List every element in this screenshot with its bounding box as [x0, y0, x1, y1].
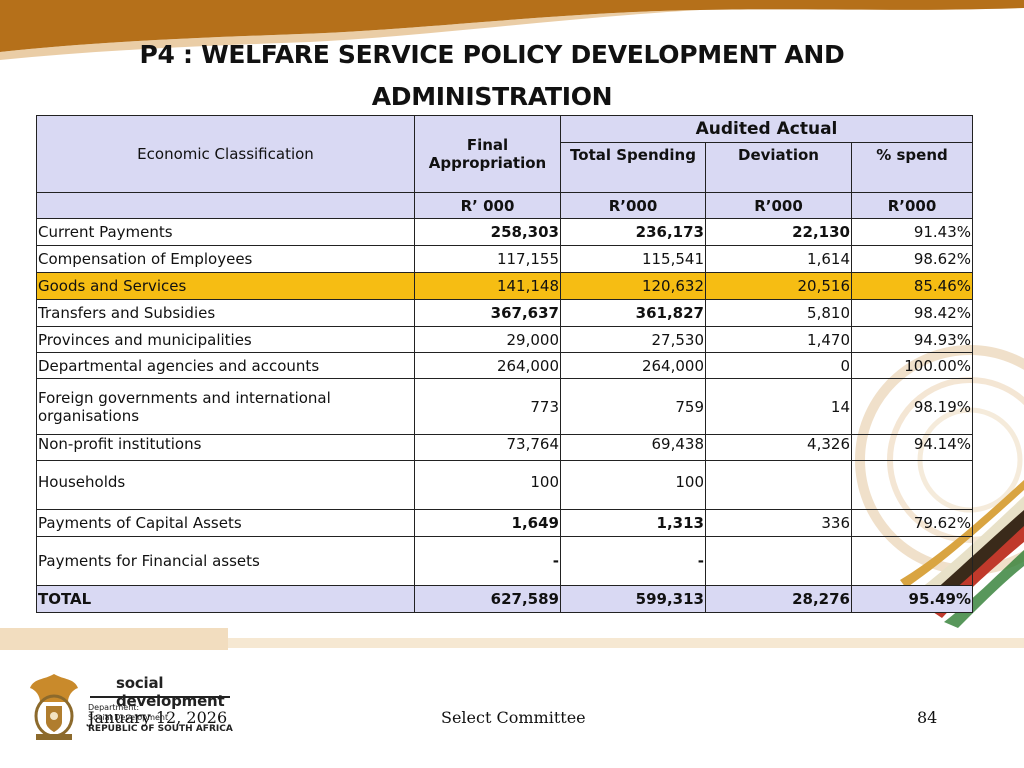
unit-total: R’000	[560, 192, 706, 219]
table-row-compensation: Compensation of Employees 117,155 115,54…	[36, 245, 974, 273]
table-row-foreign-governments: Foreign governments and international org…	[36, 378, 974, 435]
footer-page-number: 84	[917, 708, 938, 727]
unit-final: R’ 000	[414, 192, 561, 219]
table-row-households: Households 100 100	[36, 460, 974, 510]
table-row-provinces: Provinces and municipalities 29,000 27,5…	[36, 326, 974, 353]
header-units-row: R’ 000 R’000 R’000 R’000	[36, 192, 974, 219]
table-row-non-profit: Non-profit institutions 73,764 69,438 4,…	[36, 434, 974, 461]
table-row-total: TOTAL 627,589 599,313 28,276 95.49%	[36, 585, 974, 613]
table-row-financial-assets: Payments for Financial assets - -	[36, 536, 974, 586]
footer-date: January 12, 2026	[88, 708, 228, 727]
header-pct-spend: % spend	[850, 142, 974, 193]
table-row-goods-services-highlighted: Goods and Services 141,148 120,632 20,51…	[36, 272, 974, 300]
table-row-departmental-agencies: Departmental agencies and accounts 264,0…	[36, 352, 974, 379]
table-row-transfers: Transfers and Subsidies 367,637 361,827 …	[36, 299, 974, 327]
header-total-spending: Total Spending	[560, 142, 706, 193]
footer-accent-bar	[0, 628, 228, 650]
header-row-1: Economic Classification Final Appropriati…	[36, 115, 974, 193]
header-audited-actual: Audited Actual	[559, 115, 974, 143]
header-final-appropriation: Final Appropriation	[414, 115, 561, 193]
logo-divider	[90, 696, 230, 698]
unit-pct: R’000	[850, 192, 974, 219]
coat-of-arms-icon	[30, 674, 78, 740]
footer-center-text: Select Committee	[441, 708, 586, 727]
social-development-logo: social development Department: Social De…	[26, 670, 236, 742]
header-units-blank	[36, 192, 415, 219]
header-economic-classification: Economic Classification	[36, 115, 415, 193]
budget-table: Economic Classification Final Appropriati…	[36, 115, 974, 613]
header-deviation: Deviation	[705, 142, 852, 193]
unit-deviation: R’000	[705, 192, 852, 219]
table-row-capital-assets: Payments of Capital Assets 1,649 1,313 3…	[36, 509, 974, 537]
title-line-1: P4 : WELFARE SERVICE POLICY DEVELOPMENT …	[139, 40, 845, 69]
title-line-2: ADMINISTRATION	[371, 82, 613, 111]
table-row-current-payments: Current Payments 258,303 236,173 22,130 …	[36, 218, 974, 246]
footer-accent-band	[228, 638, 1024, 648]
page-title: P4 : WELFARE SERVICE POLICY DEVELOPMENT …	[40, 34, 944, 118]
